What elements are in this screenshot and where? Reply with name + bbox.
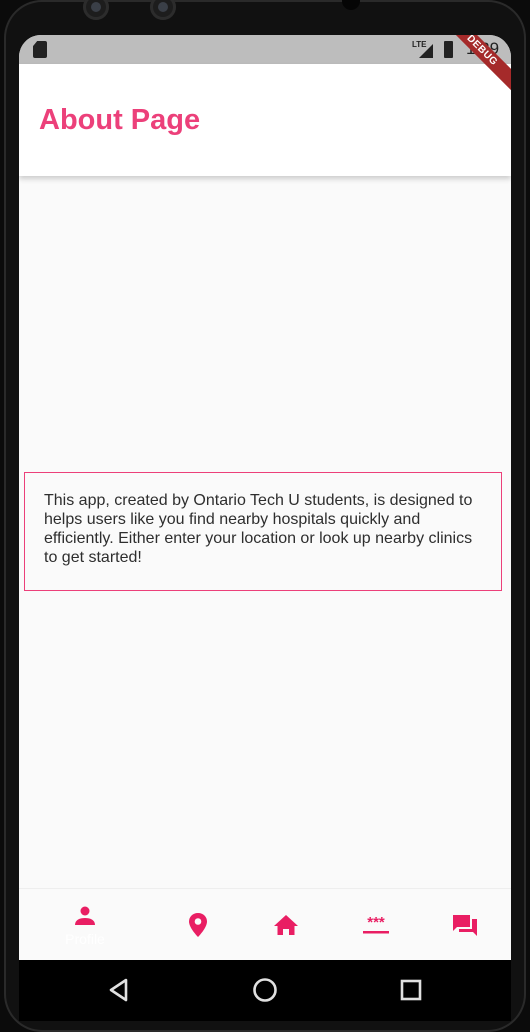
svg-text:***: ***: [367, 914, 385, 931]
bottom-navigation: Profile ***: [19, 888, 511, 961]
back-button[interactable]: [105, 976, 133, 1004]
nav-label-profile: Profile: [65, 931, 105, 947]
app-bar: About Page: [19, 64, 511, 176]
device: LTE 1:29 About Page DEBUG This app, crea…: [0, 0, 530, 1032]
password-icon: ***: [363, 914, 389, 934]
recents-icon: [400, 979, 422, 1001]
location-pin-icon: [189, 913, 207, 937]
person-icon: [75, 906, 95, 925]
status-bar: LTE 1:29: [19, 35, 511, 64]
nav-item-password[interactable]: ***: [352, 889, 400, 961]
screen: LTE 1:29 About Page DEBUG This app, crea…: [19, 35, 511, 1021]
nav-item-location[interactable]: [174, 889, 222, 961]
about-card: This app, created by Ontario Tech U stud…: [24, 472, 502, 591]
home-icon: [274, 915, 298, 935]
nav-item-profile[interactable]: Profile: [37, 889, 133, 961]
home-button[interactable]: [251, 976, 279, 1004]
battery-icon: [444, 41, 453, 58]
about-text: This app, created by Ontario Tech U stud…: [44, 492, 473, 566]
nav-item-forum[interactable]: [441, 889, 489, 961]
back-icon: [109, 978, 128, 1002]
sd-card-icon: [33, 41, 47, 58]
nav-item-home[interactable]: [262, 889, 310, 961]
recents-button[interactable]: [397, 976, 425, 1004]
signal-icon: [419, 44, 433, 58]
home-circle-icon: [253, 978, 277, 1002]
page-title: About Page: [39, 104, 201, 136]
system-navigation-bar: [19, 960, 511, 1021]
forum-icon: [453, 915, 477, 936]
